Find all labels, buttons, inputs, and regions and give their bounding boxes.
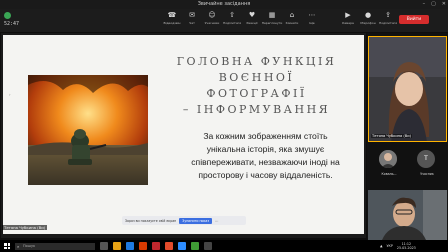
zoom-icon[interactable] xyxy=(178,242,186,250)
toolbar-button-label: Поділитися xyxy=(378,21,398,25)
meeting-toolbar: 52:47 ☎ Відеодзвін ✉ Чат ☺ Учасники ⇧ Поділитис… xyxy=(0,9,448,32)
toolbar-button-переглянути[interactable]: ▦ Переглянути xyxy=(261,11,283,25)
toolbar-button-label: Мікрофон xyxy=(360,21,376,25)
meeting-timer: 52:47 xyxy=(4,21,20,27)
self-view-tile[interactable] xyxy=(368,190,447,240)
toolbar-button-label: Реакції xyxy=(246,21,258,25)
text-line: унікальна історія, яка змушує xyxy=(206,144,325,154)
search-placeholder: Пошук xyxy=(23,244,36,248)
network-icon[interactable]: ▲ xyxy=(380,244,383,248)
explorer-icon[interactable] xyxy=(113,242,121,250)
phone-icon: ☎ xyxy=(167,11,177,19)
self-name-tag: Тетяна Чубкина (Ви) xyxy=(2,225,48,230)
language-indicator[interactable]: УКР xyxy=(387,244,393,248)
start-button[interactable] xyxy=(4,243,10,249)
reaction-icon: ♥ xyxy=(248,11,256,19)
more-options-button[interactable]: ⋯ xyxy=(215,219,218,223)
text-line: За кожним зображенням стоїть xyxy=(203,131,328,141)
slide-quote: За кожним зображенням стоїть унікальна іс… xyxy=(174,130,357,182)
toolbar-button-чат[interactable]: ✉ Чат xyxy=(182,11,202,25)
window-title: Звичайне засідання xyxy=(197,1,251,7)
chat-icon: ✉ xyxy=(189,11,195,19)
participants-panel: Тетяна Чубкина (Ви) Коваль... T Учасник xyxy=(367,33,448,240)
text-line: просторову і часову віддаленість. xyxy=(198,170,333,180)
stop-share-button[interactable]: Зупинити показ xyxy=(179,217,213,224)
more-icon: ⋯ xyxy=(308,11,316,19)
leave-button[interactable]: Вийти xyxy=(399,15,429,24)
share-screen-icon: ⇪ xyxy=(385,11,391,19)
active-speaker-tile[interactable]: Тетяна Чубкина (Ви) xyxy=(368,36,447,142)
clock[interactable]: 11:12 25.05.2023 xyxy=(397,242,416,250)
toolbar-right-items: ▶ Камера ● Мікрофон ⇪ Поділитися xyxy=(338,11,398,25)
toolbar-button-label: Кімнати xyxy=(285,21,299,25)
toolbar-button-поділитися[interactable]: ⇧ Поділитися xyxy=(222,11,242,25)
chrome-icon[interactable] xyxy=(191,242,199,250)
minimize-icon[interactable]: – xyxy=(423,0,426,9)
text-line: ГОЛОВНА ФУНКЦІЯ xyxy=(176,55,337,68)
shared-screen: › ГОЛОВНА ФУНКЦІЯ ВОЄННОЇ ФОТОГРАФІЇ – І… xyxy=(1,33,366,238)
share-icon: ⇧ xyxy=(229,11,235,19)
powerpoint-icon[interactable] xyxy=(152,242,160,250)
toolbar-button-учасники[interactable]: ☺ Учасники xyxy=(202,11,222,25)
text-line: співпереживати, незважаючи іноді на xyxy=(191,157,340,167)
presentation-slide: › ГОЛОВНА ФУНКЦІЯ ВОЄННОЇ ФОТОГРАФІЇ – І… xyxy=(3,35,364,234)
arrow-icon: › xyxy=(9,92,11,97)
war-photo xyxy=(28,75,148,185)
text-line: – ІНФОРМУВАННЯ xyxy=(182,103,331,116)
slide-title: ГОЛОВНА ФУНКЦІЯ ВОЄННОЇ ФОТОГРАФІЇ – ІНФОР… xyxy=(169,54,344,118)
participant-tile[interactable]: T Учасник xyxy=(407,146,447,182)
view-icon: ▦ xyxy=(268,11,276,19)
toolbar-button-ще[interactable]: ⋯ Ще xyxy=(302,11,322,25)
toolbar-button-label: Відеодзвін xyxy=(163,21,181,25)
toolbar-button-кімнати[interactable]: ⌂ Кімнати xyxy=(282,11,302,25)
text-line: ВОЄННОЇ ФОТОГРАФІЇ xyxy=(206,71,307,100)
title-bar: Звичайне засідання – ▢ ✕ xyxy=(0,0,448,9)
app-icon[interactable] xyxy=(165,242,173,250)
mic-icon: ● xyxy=(364,11,372,19)
window-controls: – ▢ ✕ xyxy=(423,0,446,9)
share-status-text: Зараз ви показуєте свій екран xyxy=(125,218,177,223)
toolbar-button-label: Учасники xyxy=(204,21,220,25)
participant-name: Коваль... xyxy=(381,172,397,176)
toolbar-button-камера[interactable]: ▶ Камера xyxy=(338,11,358,25)
taskbar: ⌕ Пошук ▲ УКР 11:12 25.05.2023 xyxy=(0,240,448,252)
app-icon[interactable] xyxy=(204,242,212,250)
avatar xyxy=(379,150,397,168)
toolbar-button-поділитися[interactable]: ⇪ Поділитися xyxy=(378,11,398,25)
search-icon: ⌕ xyxy=(17,244,20,249)
toolbar-button-відеодзвін[interactable]: ☎ Відеодзвін xyxy=(162,11,182,25)
toolbar-button-label: Камера xyxy=(342,21,354,25)
avatar: T xyxy=(417,150,435,168)
maximize-icon[interactable]: ▢ xyxy=(431,0,436,9)
toolbar-button-мікрофон[interactable]: ● Мікрофон xyxy=(358,11,378,25)
toolbar-button-label: Чат xyxy=(189,21,195,25)
taskbar-apps xyxy=(100,242,212,250)
participant-name: Учасник xyxy=(420,172,434,176)
close-icon[interactable]: ✕ xyxy=(442,0,446,9)
toolbar-button-реакції[interactable]: ♥ Реакції xyxy=(242,11,262,25)
participant-name: Тетяна Чубкина (Ви) xyxy=(371,134,412,138)
task-view-icon[interactable] xyxy=(100,242,108,250)
toolbar-button-label: Переглянути xyxy=(261,21,283,25)
participant-tile[interactable]: Коваль... xyxy=(369,146,409,182)
participants-icon: ☺ xyxy=(208,11,216,19)
office-icon[interactable] xyxy=(139,242,147,250)
share-control-bar: Зараз ви показуєте свій екран Зупинити п… xyxy=(122,216,246,225)
camera-icon: ▶ xyxy=(345,11,351,19)
toolbar-button-label: Ще xyxy=(309,21,315,25)
date: 25.05.2023 xyxy=(396,246,416,250)
system-tray: ▲ УКР 11:12 25.05.2023 xyxy=(380,242,416,250)
search-input[interactable]: ⌕ Пошук xyxy=(15,243,95,250)
edge-icon[interactable] xyxy=(126,242,134,250)
toolbar-items: ☎ Відеодзвін ✉ Чат ☺ Учасники ⇧ Поділитися ♥ Реак… xyxy=(162,11,322,25)
rooms-icon: ⌂ xyxy=(289,11,295,19)
shield-icon[interactable] xyxy=(4,12,11,19)
toolbar-button-label: Поділитися xyxy=(222,21,242,25)
